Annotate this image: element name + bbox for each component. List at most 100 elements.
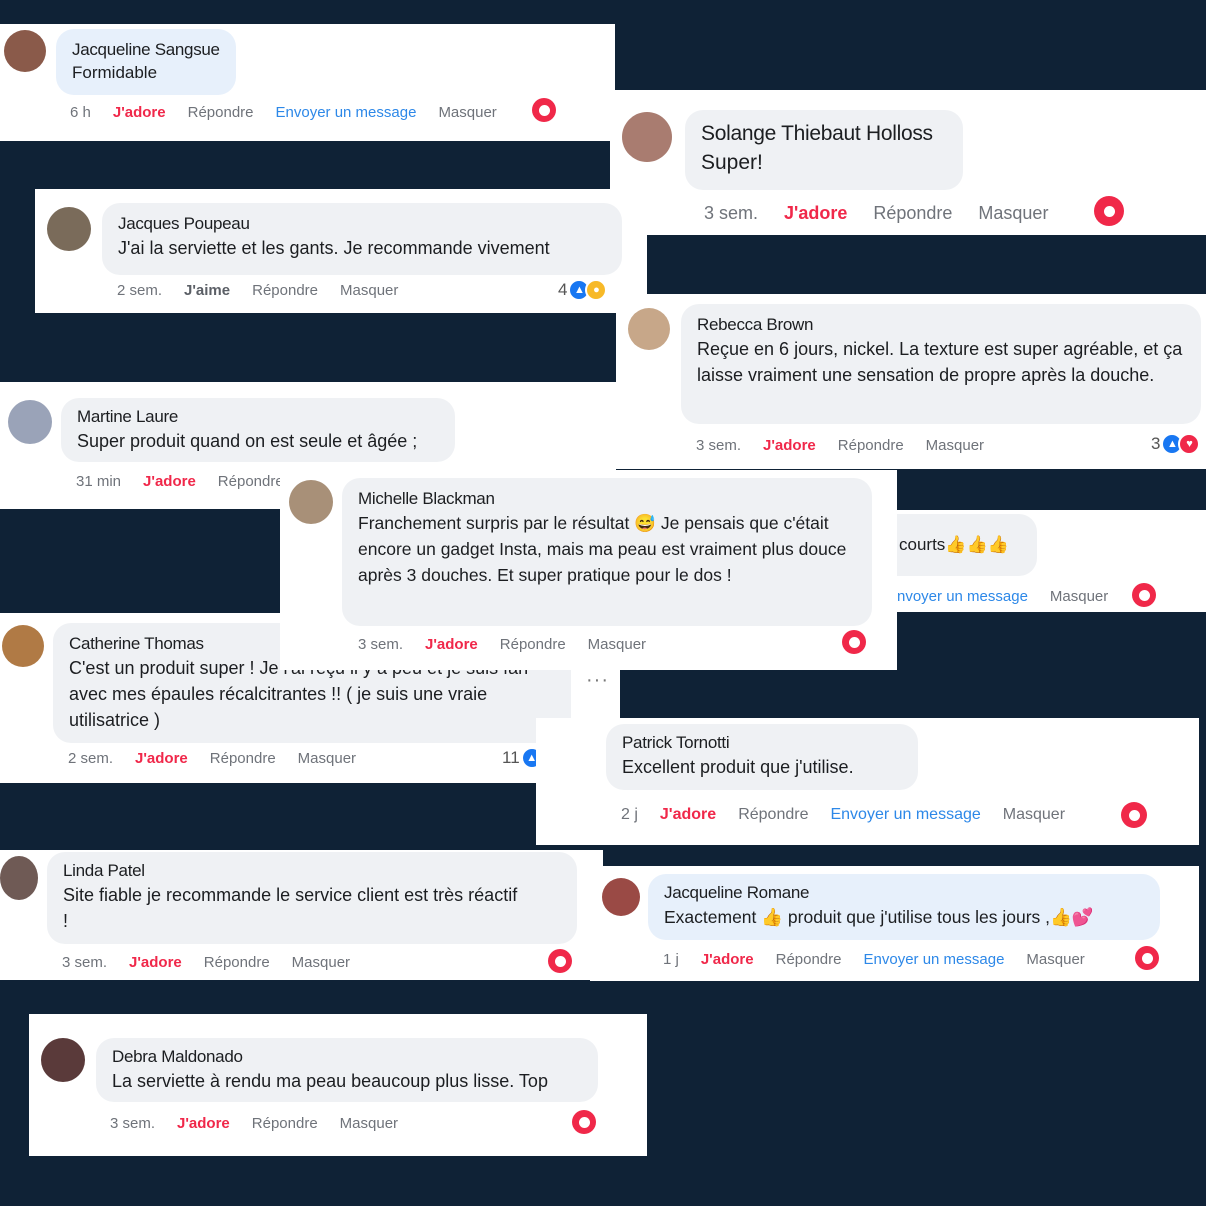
like-button[interactable]: J'aime <box>184 282 230 299</box>
timestamp[interactable]: 6 h <box>70 104 91 121</box>
comment-author[interactable]: Martine Laure <box>77 406 439 428</box>
avatar[interactable] <box>2 625 44 667</box>
avatar[interactable] <box>622 112 672 162</box>
comment-actions: 2 sem. J'aime Répondre Masquer <box>117 282 398 299</box>
comment-actions: 3 sem. J'adore Répondre Masquer <box>62 954 350 971</box>
love-button[interactable]: J'adore <box>135 750 188 767</box>
comment-actions: 6 h J'adore Répondre Envoyer un message … <box>70 104 497 121</box>
love-button[interactable]: J'adore <box>763 437 816 454</box>
love-button[interactable]: J'adore <box>129 954 182 971</box>
comment-author[interactable]: Michelle Blackman <box>358 488 856 510</box>
timestamp[interactable]: 1 j <box>663 951 679 968</box>
reply-button[interactable]: Répondre <box>776 951 842 968</box>
comment-author[interactable]: Jacques Poupeau <box>118 213 606 235</box>
comment-card: courts👍👍👍 nvoyer un message Masquer <box>897 510 1206 612</box>
avatar[interactable] <box>0 856 38 900</box>
hide-button[interactable]: Masquer <box>292 954 350 971</box>
hide-button[interactable]: Masquer <box>340 1115 398 1132</box>
comment-card: Solange Thiebaut Holloss Super! 3 sem. J… <box>610 90 1206 235</box>
reply-button[interactable]: Répondre <box>738 806 808 824</box>
comment-card: Patrick Tornotti Excellent produit que j… <box>536 718 1199 845</box>
comment-author[interactable]: Jacqueline Romane <box>664 882 1144 904</box>
comment-author[interactable]: Rebecca Brown <box>697 314 1185 336</box>
comment-card: Michelle Blackman Franchement surpris pa… <box>280 470 897 670</box>
heart-icon[interactable] <box>842 630 866 654</box>
hide-button[interactable]: Masquer <box>1026 951 1084 968</box>
reply-button[interactable]: Répondre <box>204 954 270 971</box>
avatar[interactable] <box>289 480 333 524</box>
avatar[interactable] <box>8 400 52 444</box>
send-message-button[interactable]: Envoyer un message <box>864 951 1005 968</box>
avatar[interactable] <box>628 308 670 350</box>
more-options-icon[interactable]: ··· <box>586 669 609 692</box>
heart-icon[interactable] <box>532 98 556 122</box>
send-message-button[interactable]: Envoyer un message <box>276 104 417 121</box>
timestamp[interactable]: 2 sem. <box>68 750 113 767</box>
comment-text: Site fiable je recommande le service cli… <box>63 885 518 931</box>
comment-author[interactable]: Jacqueline Sangsue <box>72 39 220 61</box>
timestamp[interactable]: 3 sem. <box>110 1115 155 1132</box>
comment-actions: nvoyer un message Masquer <box>897 588 1108 605</box>
timestamp[interactable]: 31 min <box>76 473 121 490</box>
comment-author[interactable]: Debra Maldonado <box>112 1046 582 1068</box>
timestamp[interactable]: 3 sem. <box>696 437 741 454</box>
timestamp[interactable]: 3 sem. <box>358 636 403 653</box>
comment-actions: 2 sem. J'adore Répondre Masquer <box>68 750 356 767</box>
timestamp[interactable]: 3 sem. <box>62 954 107 971</box>
hide-button[interactable]: Masquer <box>1050 588 1108 605</box>
reply-button[interactable]: Répondre <box>500 636 566 653</box>
hide-button[interactable]: Masquer <box>340 282 398 299</box>
love-button[interactable]: J'adore <box>177 1115 230 1132</box>
comment-bubble: Patrick Tornotti Excellent produit que j… <box>606 724 918 790</box>
love-button[interactable]: J'adore <box>143 473 196 490</box>
send-message-button[interactable]: Envoyer un message <box>830 806 980 824</box>
comment-actions: 3 sem. J'adore Répondre Masquer <box>696 437 984 454</box>
timestamp[interactable]: 2 j <box>621 806 638 824</box>
avatar[interactable] <box>47 207 91 251</box>
reply-button[interactable]: Répondre <box>188 104 254 121</box>
heart-icon[interactable] <box>1132 583 1156 607</box>
reply-button[interactable]: Répondre <box>252 282 318 299</box>
timestamp[interactable]: 2 sem. <box>117 282 162 299</box>
heart-icon[interactable] <box>1135 946 1159 970</box>
heart-icon[interactable] <box>572 1110 596 1134</box>
reply-button[interactable]: Répondre <box>210 750 276 767</box>
comment-actions: 31 min J'adore Répondre <box>76 473 284 490</box>
heart-icon[interactable] <box>1121 802 1147 828</box>
hide-button[interactable]: Masquer <box>438 104 496 121</box>
comment-bubble: Michelle Blackman Franchement surpris pa… <box>342 478 872 626</box>
reaction-summary[interactable]: 4 ▲ ● <box>558 279 608 301</box>
love-button[interactable]: J'adore <box>660 806 716 824</box>
love-button[interactable]: J'adore <box>113 104 166 121</box>
avatar[interactable] <box>602 878 640 916</box>
comment-author[interactable]: Solange Thiebaut Holloss <box>701 120 947 148</box>
love-button[interactable]: J'adore <box>784 203 847 224</box>
comment-text: La serviette à rendu ma peau beaucoup pl… <box>112 1071 548 1091</box>
comment-author[interactable]: Linda Patel <box>63 860 561 882</box>
comment-card: Linda Patel Site fiable je recommande le… <box>0 850 603 980</box>
comment-bubble: Rebecca Brown Reçue en 6 jours, nickel. … <box>681 304 1201 424</box>
reply-button[interactable]: Répondre <box>873 203 952 224</box>
send-message-button[interactable]: nvoyer un message <box>897 588 1028 605</box>
love-button[interactable]: J'adore <box>425 636 478 653</box>
comment-author[interactable]: Patrick Tornotti <box>622 732 902 754</box>
timestamp[interactable]: 3 sem. <box>704 203 758 224</box>
hide-button[interactable]: Masquer <box>978 203 1048 224</box>
reply-button[interactable]: Répondre <box>838 437 904 454</box>
comment-card: Debra Maldonado La serviette à rendu ma … <box>29 1014 647 1156</box>
comment-bubble: Jacqueline Romane Exactement 👍 produit q… <box>648 874 1160 940</box>
reply-button[interactable]: Répondre <box>252 1115 318 1132</box>
comment-bubble: Linda Patel Site fiable je recommande le… <box>47 852 577 944</box>
hide-button[interactable]: Masquer <box>298 750 356 767</box>
heart-icon[interactable] <box>548 949 572 973</box>
heart-icon[interactable] <box>1094 196 1124 226</box>
avatar[interactable] <box>4 30 46 72</box>
reaction-summary[interactable]: 3 ▲ ♥ <box>1151 433 1201 455</box>
hide-button[interactable]: Masquer <box>588 636 646 653</box>
avatar[interactable] <box>41 1038 85 1082</box>
comment-text: Super! <box>701 151 763 174</box>
hide-button[interactable]: Masquer <box>926 437 984 454</box>
love-button[interactable]: J'adore <box>701 951 754 968</box>
hide-button[interactable]: Masquer <box>1003 806 1065 824</box>
reply-button[interactable]: Répondre <box>218 473 284 490</box>
